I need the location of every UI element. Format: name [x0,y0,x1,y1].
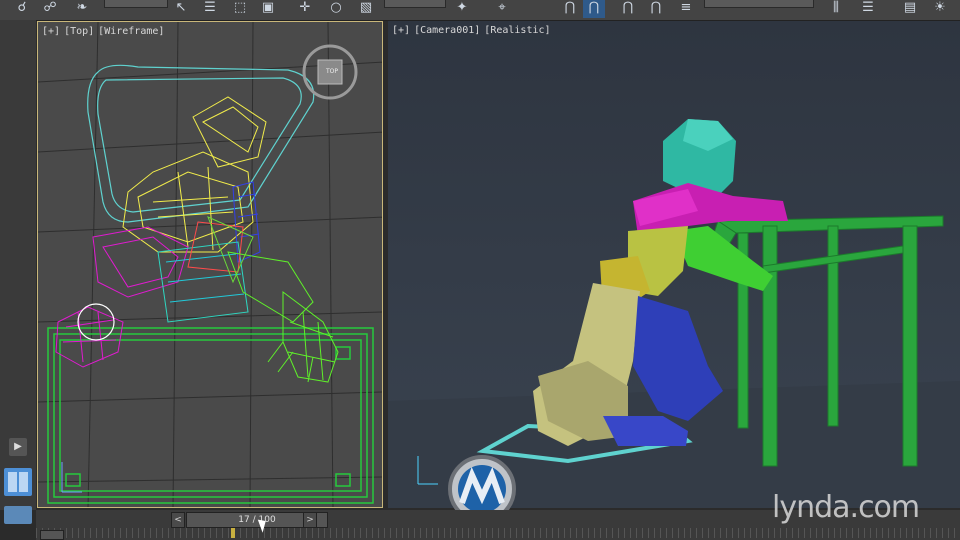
table-wireframe [47,327,374,504]
viewport-shading-menu[interactable]: [Wireframe] [98,26,164,37]
next-frame-button[interactable]: > [303,512,317,528]
unlink-icon[interactable]: ☍ [40,0,60,18]
watermark-text: lynda.com [772,490,920,525]
align-icon[interactable]: ⫼ [826,0,846,18]
mirror-icon[interactable]: ≡ [678,0,694,18]
reference-coordinate-dropdown[interactable] [384,0,446,8]
timeline-ticks[interactable] [36,528,960,538]
pivot-icon[interactable]: ✦ [452,0,472,18]
top-viewport-label[interactable]: [+] [Top] [Wireframe] [42,26,168,37]
realistic-scene [388,119,960,508]
play-expand-button[interactable]: ▶ [9,438,27,456]
top-viewport[interactable]: [+] [Top] [Wireframe] TOP [37,21,383,508]
mini-curve-editor-button[interactable] [40,530,64,540]
viewport-plus-menu[interactable]: [+] [392,25,410,36]
main-toolbar: ☌ ☍ ❧ ↖ ☰ ⬚ ▣ ✛ ○ ▧ ✦ ⌖ ⋂ ⋂ ⋂ ⋂ ≡ ⫼ ☰ ▤ … [0,0,960,21]
select-icon[interactable]: ↖ [172,0,190,18]
prev-frame-button[interactable]: < [171,512,185,528]
spinner-snap-icon[interactable]: ⋂ [620,0,636,18]
arms-wireframe [55,226,189,368]
bind-icon[interactable]: ❧ [72,0,92,18]
rotate-icon[interactable]: ○ [326,0,346,18]
viewport-view-menu[interactable]: [Top] [64,26,94,37]
named-selection-sets-field[interactable] [704,0,814,8]
camera-viewport[interactable]: [+] [Camera001] [Realistic] [388,21,960,508]
viewport-layout-alt-button[interactable] [4,506,32,524]
layer-icon[interactable]: ☰ [858,0,878,18]
timeline-playhead[interactable] [231,528,235,538]
ribbon-icon[interactable]: ▤ [900,0,920,18]
character-head [663,119,736,196]
window-crossing-icon[interactable]: ▣ [258,0,278,18]
link-icon[interactable]: ☌ [14,0,30,18]
viewport-view-menu[interactable]: [Camera001] [414,25,480,36]
region-icon[interactable]: ⬚ [230,0,250,18]
viewcube-label[interactable]: TOP [322,68,342,75]
viewport-plus-menu[interactable]: [+] [42,26,60,37]
snap-icon[interactable]: ⌖ [492,0,512,18]
right-arm-wireframe [227,251,339,383]
percent-snap-icon[interactable]: ⋂ [583,0,605,18]
viewport-shading-menu[interactable]: [Realistic] [484,25,550,36]
scale-icon[interactable]: ▧ [356,0,376,18]
move-icon[interactable]: ✛ [295,0,315,18]
selection-filter-dropdown[interactable] [104,0,168,8]
left-command-strip: ▶ [0,20,36,524]
camera-viewport-label[interactable]: [+] [Camera001] [Realistic] [392,25,555,36]
edit-named-sets-icon[interactable]: ⋂ [648,0,664,18]
curve-editor-icon[interactable]: ☀ [930,0,950,18]
select-name-icon[interactable]: ☰ [200,0,220,18]
viewport-layout-button[interactable] [4,468,32,496]
angle-snap-icon[interactable]: ⋂ [562,0,578,18]
wireframe-scene [38,22,382,507]
torso-wireframe [122,96,267,253]
